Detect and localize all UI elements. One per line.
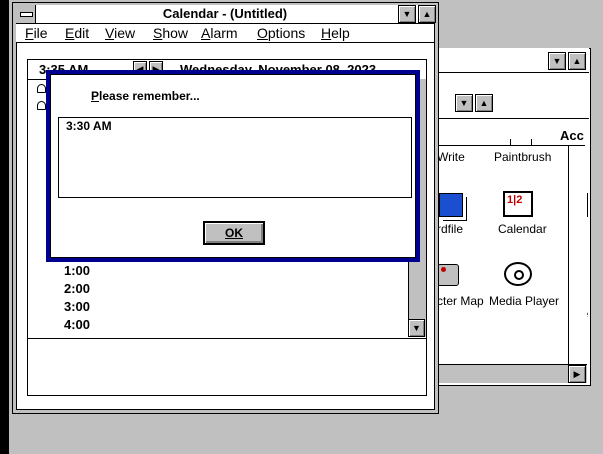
minimize-button[interactable]: ▼ [548, 52, 566, 70]
scroll-right-button[interactable]: ▶ [568, 365, 586, 383]
character-map-label[interactable]: cter Map [437, 294, 484, 308]
calendar-label[interactable]: Calendar [498, 222, 547, 236]
maximize-button[interactable]: ▲ [568, 52, 586, 70]
cardfile-icon[interactable] [439, 193, 463, 217]
notes-area[interactable] [27, 338, 427, 396]
alarm-message: 3:30 AM [66, 119, 112, 133]
up-arrow-icon: ▲ [479, 98, 489, 108]
menu-options[interactable]: Options [257, 24, 305, 42]
time-slot[interactable]: 1:00 [64, 263, 90, 278]
group-minimize-button[interactable]: ▼ [455, 94, 473, 112]
prompt-rest: lease remember... [99, 89, 200, 103]
desktop-edge [0, 0, 9, 454]
menu-help[interactable]: Help [321, 24, 350, 42]
calendar-minimize-button[interactable]: ▼ [398, 5, 416, 23]
up-arrow-icon: ▲ [422, 9, 432, 19]
group-horizontal-scrollbar[interactable] [430, 364, 587, 383]
right-arrow-icon: ▶ [573, 368, 581, 379]
write-label[interactable]: Write [437, 150, 465, 164]
prompt-accel: P [91, 89, 100, 103]
character-map-icon[interactable] [437, 264, 459, 286]
media-player-icon[interactable] [504, 262, 532, 286]
ok-button[interactable]: OK [203, 221, 265, 245]
alarm-bell-icon [37, 101, 46, 110]
cardfile-label[interactable]: rdfile [437, 222, 463, 236]
paintbrush-icon[interactable] [510, 139, 532, 146]
down-arrow-icon: ▼ [412, 323, 421, 333]
media-player-label[interactable]: Media Player [489, 294, 559, 308]
alarm-bell-icon [37, 84, 46, 93]
group-vertical-scrollbar[interactable] [568, 146, 587, 364]
dialog-prompt: Please remember... [91, 89, 200, 103]
calendar-icon-digits: 1|2 [507, 194, 523, 206]
down-arrow-icon: ▼ [552, 56, 562, 66]
time-slot[interactable]: 2:00 [64, 281, 90, 296]
down-arrow-icon: ▼ [402, 9, 412, 19]
window-title: Calendar - (Untitled) [162, 6, 288, 21]
calendar-icon[interactable]: 1|2 [503, 191, 533, 217]
calendar-maximize-button[interactable]: ▲ [418, 5, 436, 23]
paintbrush-label[interactable]: Paintbrush [494, 150, 551, 164]
menu-alarm[interactable]: Alarm [201, 24, 238, 42]
menu-show[interactable]: Show [153, 24, 188, 42]
menu-file[interactable]: File [25, 24, 48, 42]
scroll-down-button[interactable]: ▼ [408, 319, 425, 337]
down-arrow-icon: ▼ [459, 98, 469, 108]
menu-bar: File Edit View Show Alarm Options Help [16, 24, 434, 43]
red-dot-icon [441, 267, 446, 272]
time-slot[interactable]: 3:00 [64, 299, 90, 314]
group-window-bar [430, 90, 589, 119]
time-slot[interactable]: 4:00 [64, 317, 90, 332]
group-title-text: Acc [560, 128, 584, 143]
menu-edit[interactable]: Edit [65, 24, 89, 42]
group-maximize-button[interactable]: ▲ [475, 94, 493, 112]
reel-icon [514, 270, 524, 280]
accessories-group-title: Acc [430, 127, 585, 146]
menu-view[interactable]: View [105, 24, 135, 42]
ok-label: OK [225, 226, 243, 240]
up-arrow-icon: ▲ [572, 56, 582, 66]
